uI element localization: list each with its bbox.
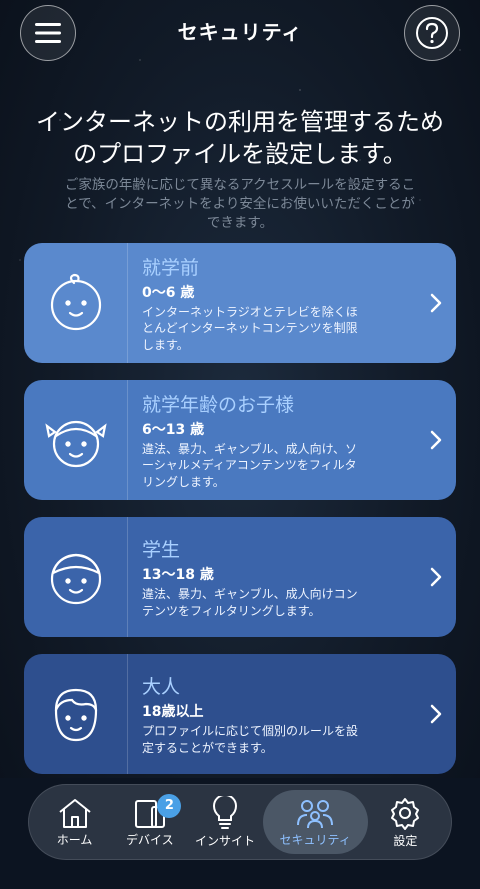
desc-line: 違法、暴力、ギャンブル、成人向けコン — [142, 587, 358, 601]
description-line-1: ご家族の年齢に応じて異なるアクセスルールを設定するこ — [64, 177, 416, 193]
chevron-right-icon — [430, 704, 442, 724]
desc-line: プロファイルに応じて個別のルールを設 — [142, 724, 359, 738]
desc-line: リングします。 — [142, 474, 225, 489]
profile-description: 違法、暴力、ギャンブル、成人向けコン テンツをフィルタリングします。 — [142, 586, 412, 619]
gear-icon — [391, 797, 420, 830]
desc-line: 定することができます。 — [142, 740, 273, 755]
profile-title: 就学前 — [142, 256, 200, 279]
profile-card-student[interactable]: 学生 13〜18 歳 違法、暴力、ギャンブル、成人向けコン テンツをフィルタリン… — [24, 517, 456, 637]
teen-face-icon — [50, 553, 101, 605]
headline-line-2: のプロファイルを設定します。 — [73, 140, 407, 168]
description-line-3: できます。 — [206, 215, 274, 231]
tab-security[interactable]: セキュリティ — [262, 790, 368, 854]
profile-age: 18歳以上 — [142, 704, 204, 720]
adult-face-icon — [54, 688, 97, 742]
tab-label: セキュリティ — [279, 832, 351, 847]
profile-description: プロファイルに応じて個別のルールを設 定することができます。 — [142, 723, 412, 756]
question-circle-icon — [416, 17, 448, 49]
desc-line: とんどインターネットコンテンツを制限 — [142, 321, 358, 336]
tab-insight[interactable]: インサイト — [187, 790, 262, 854]
profile-description: 違法、暴力、ギャンブル、成人向け、ソ ーシャルメディアコンテンツをフィルタ リン… — [142, 441, 412, 491]
profile-card-adult[interactable]: 大人 18歳以上 プロファイルに応じて個別のルールを設 定することができます。 — [24, 654, 456, 774]
girl-face-icon — [44, 420, 107, 468]
tab-label: インサイト — [194, 833, 255, 848]
profile-title: 大人 — [142, 676, 181, 698]
profile-age: 0〜6 歳 — [142, 284, 195, 301]
chevron-right-icon — [430, 293, 442, 313]
tab-devices[interactable]: デバイス 2 — [112, 790, 187, 854]
description-line-2: とで、インターネットをより安全にお使いいただくことが — [65, 196, 415, 212]
device-count-badge: 2 — [157, 794, 182, 818]
bottom-tab-bar: ホーム デバイス 2 インサイト セキュリティ 設定 — [28, 784, 452, 860]
desc-line: 違法、暴力、ギャンブル、成人向け、ソ — [142, 441, 358, 456]
profile-age: 6〜13 歳 — [142, 421, 205, 438]
tab-label: デバイス — [125, 832, 174, 847]
top-bar: セキュリティ — [0, 0, 480, 64]
desc-line: ーシャルメディアコンテンツをフィルタ — [142, 458, 357, 473]
profile-age: 13〜18 歳 — [142, 567, 214, 583]
baby-face-icon — [50, 273, 101, 331]
desc-line: します。 — [142, 337, 189, 352]
family-icon — [297, 799, 334, 828]
profile-card-preschool[interactable]: 就学前 0〜6 歳 インターネットラジオとテレビを除くほ とんどインターネットコ… — [24, 243, 456, 363]
profile-description: インターネットラジオとテレビを除くほ とんどインターネットコンテンツを制限 しま… — [142, 304, 412, 354]
profile-title: 学生 — [142, 539, 181, 561]
profile-card-school-age[interactable]: 就学年齢のお子様 6〜13 歳 違法、暴力、ギャンブル、成人向け、ソ ーシャルメ… — [24, 380, 456, 500]
desc-line: インターネットラジオとテレビを除くほ — [142, 304, 358, 319]
desc-line: テンツをフィルタリングします。 — [142, 603, 321, 618]
tab-home[interactable]: ホーム — [37, 790, 112, 854]
lightbulb-icon — [212, 795, 237, 829]
chevron-right-icon — [430, 567, 442, 587]
profile-title: 就学年齢のお子様 — [142, 393, 295, 416]
headline-line-1: インターネットの利用を管理するため — [36, 108, 444, 136]
tab-label: ホーム — [56, 832, 93, 847]
intro-headline: インターネットの利用を管理するため のプロファイルを設定します。 — [20, 106, 460, 170]
help-button[interactable] — [404, 5, 460, 61]
tab-settings[interactable]: 設定 — [368, 790, 443, 854]
chevron-right-icon — [430, 430, 442, 450]
tab-label: 設定 — [393, 833, 418, 848]
intro-description: ご家族の年齢に応じて異なるアクセスルールを設定するこ とで、インターネットをより… — [24, 176, 456, 233]
home-icon — [58, 798, 91, 828]
